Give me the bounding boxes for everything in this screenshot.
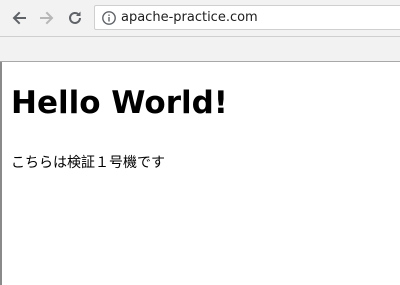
address-bar[interactable]: apache-practice.com <box>94 5 400 30</box>
browser-window: apache-practice.com Hello World! こちらは検証１… <box>0 0 400 285</box>
arrow-left-icon <box>12 11 26 25</box>
browser-toolbar: apache-practice.com <box>0 0 400 37</box>
page-heading: Hello World! <box>11 85 228 121</box>
arrow-right-icon <box>40 11 54 25</box>
info-icon[interactable] <box>101 10 117 26</box>
toolbar-strip <box>0 37 400 62</box>
forward-button[interactable] <box>37 8 57 28</box>
reload-icon <box>69 11 81 24</box>
page-content: Hello World! こちらは検証１号機です <box>0 62 400 285</box>
url-text[interactable]: apache-practice.com <box>121 9 258 27</box>
reload-button[interactable] <box>65 8 85 28</box>
back-button[interactable] <box>9 8 29 28</box>
page-body-text: こちらは検証１号機です <box>11 155 165 171</box>
